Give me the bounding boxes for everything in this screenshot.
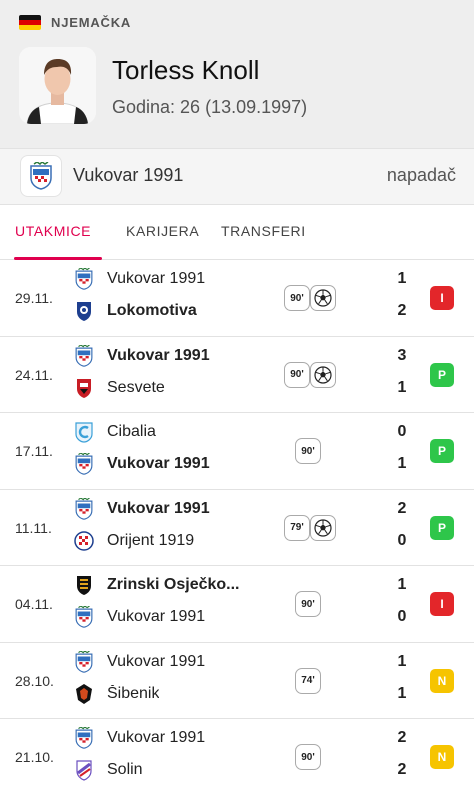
tab-utakmice[interactable]: UTAKMICE bbox=[15, 223, 91, 239]
home-score: 2 bbox=[397, 499, 407, 517]
player-header: NJEMAČKA Torless Knoll Godina: 26 (13.09… bbox=[0, 0, 474, 148]
current-team-row[interactable]: Vukovar 1991 napadač bbox=[0, 148, 474, 205]
vukovar-crest-icon bbox=[74, 496, 94, 520]
player-position: napadač bbox=[386, 165, 456, 185]
away-team-name: Orijent 1919 bbox=[107, 531, 195, 549]
vukovar-crest-icon bbox=[74, 452, 94, 475]
away-score: 1 bbox=[397, 684, 407, 702]
away-score: 2 bbox=[397, 761, 407, 778]
match-date: 21.10. bbox=[15, 749, 54, 765]
away-score: 0 bbox=[397, 608, 407, 625]
soccer-ball-icon bbox=[310, 514, 336, 541]
country-row: NJEMAČKA bbox=[19, 15, 131, 30]
soccer-ball-icon bbox=[310, 285, 336, 311]
match-stats: 74' bbox=[295, 667, 321, 694]
away-score: 0 bbox=[397, 531, 407, 549]
player-age: Godina: 26 (13.09.1997) bbox=[112, 97, 308, 117]
minutes-played-badge: 90' bbox=[295, 744, 321, 770]
soccer-ball-icon bbox=[310, 361, 336, 388]
away-score: 1 bbox=[397, 378, 407, 396]
match-stats: 90' bbox=[295, 591, 321, 617]
home-team-name: Vukovar 1991 bbox=[107, 346, 210, 364]
vukovar-crest-icon bbox=[74, 605, 94, 628]
home-team-name: Vukovar 1991 bbox=[107, 270, 206, 287]
vukovar-crest-icon bbox=[74, 267, 94, 290]
sesvete-crest-icon bbox=[74, 377, 94, 399]
home-score: 1 bbox=[397, 270, 407, 287]
player-name: Torless Knoll bbox=[112, 55, 260, 85]
vukovar-crest-icon bbox=[74, 649, 94, 673]
match-stats: 90' bbox=[284, 361, 336, 388]
tab-transferi[interactable]: TRANSFERI bbox=[221, 223, 306, 239]
minutes-played-badge: 90' bbox=[284, 285, 310, 311]
match-row[interactable]: 24.11. Vukovar 1991 Sesvete 90' 3 1 P bbox=[0, 337, 474, 413]
home-score: 1 bbox=[397, 576, 407, 593]
match-date: 17.11. bbox=[15, 443, 53, 459]
result-badge: I bbox=[430, 592, 454, 616]
home-score: 2 bbox=[397, 729, 407, 746]
home-score: 3 bbox=[397, 346, 407, 364]
result-badge: N bbox=[430, 668, 454, 693]
home-team-name: Cibalia bbox=[107, 423, 156, 440]
player-photo bbox=[19, 47, 96, 124]
match-stats: 90' bbox=[284, 285, 336, 311]
away-team-name: Solin bbox=[107, 761, 143, 778]
home-score: 0 bbox=[397, 423, 407, 440]
match-row[interactable]: 28.10. Vukovar 1991 Šibenik 74' 1 1 N bbox=[0, 643, 474, 719]
tab-karijera[interactable]: KARIJERA bbox=[126, 223, 199, 239]
away-score: 2 bbox=[397, 302, 407, 319]
result-badge: P bbox=[430, 362, 454, 387]
home-team-name: Vukovar 1991 bbox=[107, 729, 206, 746]
result-badge: P bbox=[430, 439, 454, 463]
result-badge: P bbox=[430, 515, 454, 540]
home-team-name: Zrinski Osječko... bbox=[107, 576, 240, 593]
away-team-name: Lokomotiva bbox=[107, 302, 197, 319]
match-row[interactable]: 21.10. Vukovar 1991 Solin 90' 2 2 N bbox=[0, 719, 474, 791]
zrinski-crest-icon bbox=[74, 574, 94, 596]
match-date: 24.11. bbox=[15, 366, 53, 383]
solin-crest-icon bbox=[74, 759, 94, 781]
vukovar-crest-icon bbox=[20, 155, 62, 197]
minutes-played-badge: 90' bbox=[284, 361, 310, 388]
current-team-name: Vukovar 1991 bbox=[73, 165, 184, 185]
match-stats: 90' bbox=[295, 438, 321, 464]
germany-flag-icon bbox=[19, 15, 41, 30]
home-team-name: Vukovar 1991 bbox=[107, 652, 206, 670]
result-badge: N bbox=[430, 745, 454, 769]
cibalia-crest-icon bbox=[74, 421, 94, 443]
minutes-played-badge: 90' bbox=[295, 591, 321, 617]
away-team-name: Vukovar 1991 bbox=[107, 608, 206, 625]
match-row[interactable]: 17.11. Cibalia Vukovar 1991 90' 0 1 P bbox=[0, 413, 474, 490]
country-name: NJEMAČKA bbox=[51, 15, 132, 30]
lokomotiva-crest-icon bbox=[74, 300, 94, 322]
away-team-name: Vukovar 1991 bbox=[107, 455, 210, 472]
minutes-played-badge: 74' bbox=[295, 667, 321, 694]
sibenik-crest-icon bbox=[74, 683, 94, 705]
match-date: 29.11. bbox=[15, 290, 53, 306]
match-date: 04.11. bbox=[15, 596, 53, 612]
vukovar-crest-icon bbox=[74, 343, 94, 367]
match-row[interactable]: 29.11. Vukovar 1991 Lokomotiva 90' 1 2 I bbox=[0, 260, 474, 337]
home-team-name: Vukovar 1991 bbox=[107, 499, 210, 517]
away-team-name: Sesvete bbox=[107, 378, 165, 396]
match-stats: 90' bbox=[295, 744, 321, 770]
result-badge: I bbox=[430, 286, 454, 310]
minutes-played-badge: 90' bbox=[295, 438, 321, 464]
match-row[interactable]: 11.11. Vukovar 1991 Orijent 1919 79' 2 0 P bbox=[0, 490, 474, 566]
away-team-name: Šibenik bbox=[107, 684, 160, 702]
away-score: 1 bbox=[397, 455, 407, 472]
minutes-played-badge: 79' bbox=[284, 514, 310, 541]
match-list: 29.11. Vukovar 1991 Lokomotiva 90' 1 2 I 24.11.… bbox=[0, 260, 474, 791]
match-row[interactable]: 04.11. Zrinski Osječko... Vukovar 1991 90' 1… bbox=[0, 566, 474, 643]
tab-bar: UTAKMICE KARIJERA TRANSFERI bbox=[0, 205, 474, 260]
home-score: 1 bbox=[397, 652, 407, 670]
orijent-crest-icon bbox=[74, 530, 94, 552]
match-stats: 79' bbox=[284, 514, 336, 541]
vukovar-crest-icon bbox=[74, 726, 94, 749]
match-date: 11.11. bbox=[15, 519, 52, 536]
match-date: 28.10. bbox=[15, 672, 54, 689]
